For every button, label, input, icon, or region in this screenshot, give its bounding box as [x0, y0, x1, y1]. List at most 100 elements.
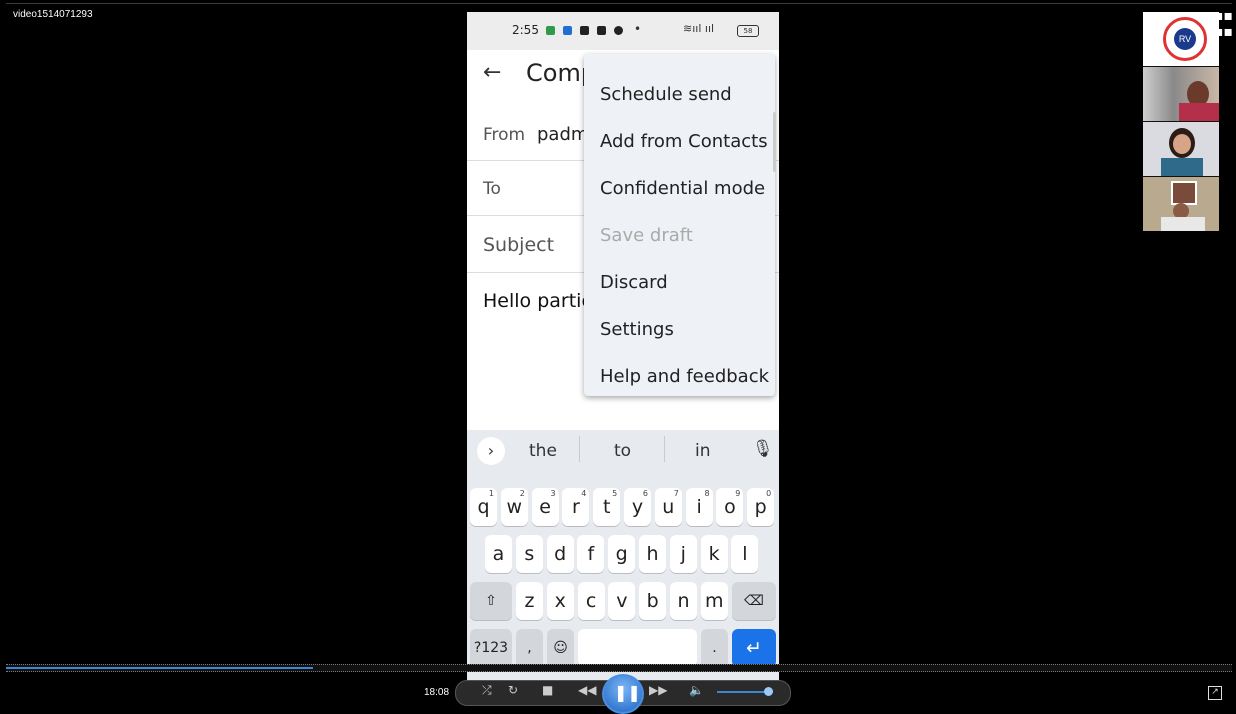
compose-body[interactable]: Hello partic	[483, 290, 592, 312]
space-key[interactable]	[578, 629, 697, 667]
suggestion[interactable]: the	[529, 441, 557, 461]
key-m[interactable]: m	[700, 582, 728, 620]
period-key[interactable]: .	[701, 629, 728, 667]
key-i[interactable]: i8	[685, 488, 713, 526]
rewind-icon[interactable]: ◀◀	[578, 683, 596, 697]
wifi-icon: ≋ııl ııl	[683, 22, 715, 35]
participant-tiles: RV	[1143, 12, 1219, 231]
key-hint: 1	[488, 489, 494, 498]
overflow-menu: Schedule send Add from Contacts Confiden…	[584, 54, 775, 396]
key-f[interactable]: f	[577, 535, 605, 573]
menu-item-schedule-send[interactable]: Schedule send	[600, 84, 732, 105]
rv-logo: RV	[1163, 17, 1207, 61]
participant-tile-video[interactable]	[1143, 177, 1219, 231]
key-hint: 2	[519, 489, 525, 498]
key-o[interactable]: o9	[716, 488, 744, 526]
shuffle-icon[interactable]: ⤮	[482, 683, 492, 698]
volume-slider-knob[interactable]	[764, 687, 773, 696]
key-n[interactable]: n	[670, 582, 697, 620]
key-v[interactable]: v	[608, 582, 636, 620]
key-r[interactable]: r4	[562, 488, 590, 526]
phone-screen: 2:55 • ≋ııl ııl 58 ← Comp From padm To S…	[467, 12, 779, 704]
menu-item-add-from-contacts[interactable]: Add from Contacts	[600, 131, 768, 152]
picture-frame	[1171, 181, 1197, 205]
grid-layout-icon[interactable]: ▪▪ ▪▪	[1214, 8, 1233, 40]
facebook-icon	[580, 26, 589, 35]
suggestion[interactable]: in	[695, 441, 711, 461]
emoji-key[interactable]: ☺	[547, 629, 574, 667]
to-label: To	[483, 179, 501, 199]
key-z[interactable]: z	[516, 582, 543, 620]
battery-icon: 58	[737, 25, 759, 37]
more-dot-icon: •	[634, 22, 642, 36]
microphone-icon[interactable]: 🎙	[752, 439, 774, 459]
fast-forward-icon[interactable]: ▶▶	[649, 683, 667, 697]
key-e[interactable]: e3	[531, 488, 559, 526]
key-hint: 7	[673, 489, 679, 498]
divider	[579, 436, 580, 462]
pause-button[interactable]: ❚❚	[602, 674, 644, 714]
key-l[interactable]: l	[731, 535, 759, 573]
backspace-key[interactable]: ⌫	[732, 582, 776, 620]
key-hint: 5	[612, 489, 618, 498]
participant-avatar	[1161, 158, 1203, 176]
key-d[interactable]: d	[546, 535, 574, 573]
key-x[interactable]: x	[546, 582, 574, 620]
fullscreen-icon[interactable]: ↗	[1208, 686, 1222, 700]
key-k[interactable]: k	[700, 535, 728, 573]
youtube-icon	[597, 26, 606, 35]
enter-key[interactable]: ↵	[732, 629, 776, 667]
chevron-right-icon[interactable]: ›	[477, 437, 505, 465]
participant-tile-video[interactable]	[1143, 67, 1219, 121]
key-hint: 3	[550, 489, 556, 498]
key-s[interactable]: s	[515, 535, 543, 573]
menu-item-confidential-mode[interactable]: Confidential mode	[600, 178, 765, 199]
suggestion[interactable]: to	[614, 441, 631, 461]
back-arrow-icon[interactable]: ←	[483, 60, 501, 85]
key-hint: 0	[766, 489, 772, 498]
on-screen-keyboard: › the to in 🎙 q1w2e3r4t5y6u7i8o9p0 asdfgh…	[467, 430, 779, 704]
subject-label: Subject	[483, 234, 555, 256]
key-t[interactable]: t5	[593, 488, 621, 526]
key-y[interactable]: y6	[624, 488, 651, 526]
window-frame	[6, 3, 1232, 4]
participant-tile-video[interactable]	[1143, 122, 1219, 176]
key-a[interactable]: a	[485, 535, 512, 573]
stop-icon[interactable]: ■	[542, 683, 553, 697]
window-title: video1514071293	[13, 9, 93, 20]
app-notification-icon	[563, 26, 572, 35]
seek-bar[interactable]	[6, 664, 1232, 672]
participant-avatar	[1179, 103, 1219, 121]
key-hint: 8	[704, 489, 710, 498]
key-c[interactable]: c	[577, 582, 605, 620]
symbols-key[interactable]: ?123	[470, 629, 512, 667]
menu-item-settings[interactable]: Settings	[600, 319, 674, 340]
menu-item-help-and-feedback[interactable]: Help and feedback	[600, 366, 769, 387]
from-label: From	[483, 125, 526, 145]
key-j[interactable]: j	[669, 535, 697, 573]
key-b[interactable]: b	[639, 582, 667, 620]
shift-key[interactable]: ⇧	[470, 582, 512, 620]
key-h[interactable]: h	[639, 535, 666, 573]
rv-logo-emblem: RV	[1174, 28, 1196, 50]
key-w[interactable]: w2	[500, 488, 528, 526]
key-hint: 6	[642, 489, 648, 498]
status-bar: 2:55 • ≋ııl ııl 58	[467, 12, 779, 50]
menu-item-discard[interactable]: Discard	[600, 272, 668, 293]
participant-avatar	[1173, 134, 1191, 154]
participant-tile-logo[interactable]: RV	[1143, 12, 1219, 66]
repeat-icon[interactable]: ↻	[508, 683, 518, 697]
key-p[interactable]: p0	[747, 488, 775, 526]
volume-icon[interactable]: 🔈	[689, 683, 704, 697]
key-g[interactable]: g	[608, 535, 636, 573]
suggestion-strip: › the to in 🎙	[467, 430, 779, 470]
elapsed-time: 18:08	[424, 687, 450, 698]
key-u[interactable]: u7	[654, 488, 682, 526]
divider	[664, 436, 665, 462]
app-notification-icon	[546, 26, 555, 35]
comma-key[interactable]: ,	[516, 629, 543, 667]
key-q[interactable]: q1	[470, 488, 497, 526]
seek-progress	[6, 667, 313, 669]
scrollbar[interactable]	[773, 112, 776, 172]
key-hint: 4	[581, 489, 587, 498]
